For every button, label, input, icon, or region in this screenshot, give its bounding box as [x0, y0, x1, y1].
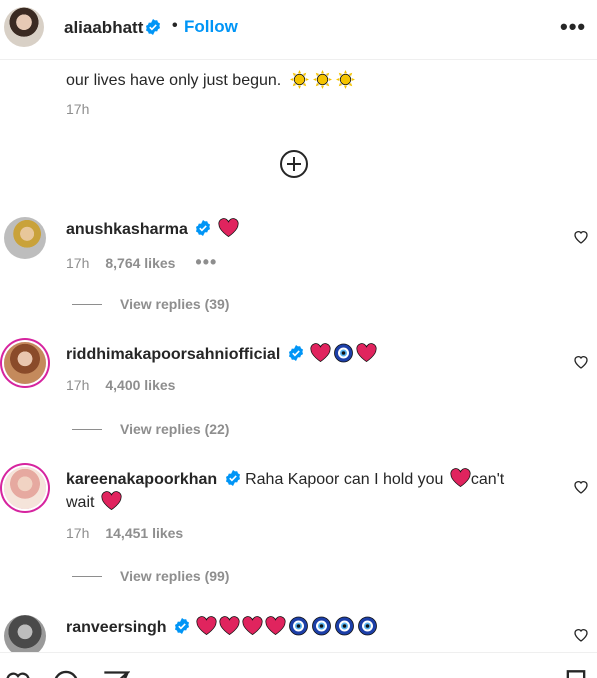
sun-emoji-icon: [312, 70, 332, 89]
avatar[interactable]: [4, 615, 46, 657]
avatar[interactable]: [4, 217, 46, 259]
comment-timestamp: 17h: [66, 525, 90, 541]
view-replies-button[interactable]: View replies (39): [72, 296, 229, 312]
like-heart-icon[interactable]: [573, 354, 589, 370]
comment-text: wait: [66, 494, 95, 511]
comment-text: can't: [470, 471, 505, 488]
caption: our lives have only just begun.: [66, 70, 355, 90]
post-action-bar: [0, 652, 597, 678]
follow-button[interactable]: Follow: [184, 17, 238, 37]
share-icon[interactable]: [102, 669, 130, 678]
comment-meta: 17h 4,400 likes: [66, 377, 175, 393]
like-post-icon[interactable]: [4, 669, 32, 678]
like-heart-icon[interactable]: [573, 479, 589, 495]
comment-timestamp: 17h: [66, 377, 90, 393]
view-replies-label: View replies (22): [120, 421, 230, 437]
comment-icon[interactable]: [52, 669, 80, 678]
comment-text: Raha Kapoor can I hold you: [245, 471, 444, 488]
red-heart-emoji-icon: [356, 343, 377, 363]
view-replies-label: View replies (99): [120, 568, 230, 584]
replies-divider: [72, 576, 102, 577]
comment-username[interactable]: ranveersingh: [66, 619, 166, 636]
verified-badge-icon: [174, 618, 189, 634]
nazar-amulet-emoji-icon: [334, 343, 354, 363]
like-count[interactable]: 8,764 likes: [105, 255, 175, 271]
sun-emoji-icon: [335, 70, 355, 89]
caption-text: our lives have only just begun.: [66, 72, 282, 89]
replies-divider: [72, 304, 102, 305]
comment-meta: 17h 14,451 likes: [66, 525, 183, 541]
avatar[interactable]: [4, 342, 46, 384]
post-header: aliaabhatt • Follow •••: [0, 0, 597, 60]
red-heart-emoji-icon: [219, 616, 240, 636]
verified-badge-icon: [288, 345, 303, 361]
comment-timestamp: 17h: [66, 255, 90, 271]
caption-timestamp: 17h: [66, 101, 90, 117]
comment-body: riddhimakapoorsahniofficial: [66, 343, 546, 366]
view-replies-label: View replies (39): [120, 296, 230, 312]
verified-badge-icon: [225, 470, 240, 486]
red-heart-emoji-icon: [265, 616, 286, 636]
comment-body: kareenakapoorkhan Raha Kapoor can I hold…: [66, 468, 546, 514]
verified-badge-icon: [196, 220, 211, 236]
like-count[interactable]: 14,451 likes: [105, 525, 183, 541]
comment-options-icon[interactable]: •••: [195, 252, 217, 272]
post-username[interactable]: aliaabhatt: [64, 18, 143, 38]
nazar-amulet-emoji-icon: [312, 616, 332, 636]
view-replies-button[interactable]: View replies (22): [72, 421, 229, 437]
red-heart-emoji-icon: [218, 218, 239, 238]
comment-body: ranveersingh: [66, 616, 546, 639]
nazar-amulet-emoji-icon: [358, 616, 378, 636]
like-heart-icon[interactable]: [573, 229, 589, 245]
sun-emoji-icon: [289, 70, 309, 89]
view-replies-button[interactable]: View replies (99): [72, 568, 229, 584]
avatar[interactable]: [4, 467, 46, 509]
comment-username[interactable]: kareenakapoorkhan: [66, 471, 217, 488]
comment-username[interactable]: anushkasharma: [66, 221, 188, 238]
like-count[interactable]: 4,400 likes: [105, 377, 175, 393]
verified-badge-icon: [146, 19, 160, 35]
comment-body: anushkasharma: [66, 218, 546, 241]
red-heart-emoji-icon: [450, 468, 471, 488]
save-bookmark-icon[interactable]: [562, 669, 590, 678]
red-heart-emoji-icon: [101, 491, 122, 511]
nazar-amulet-emoji-icon: [335, 616, 355, 636]
separator-dot: •: [172, 17, 178, 34]
red-heart-emoji-icon: [196, 616, 217, 636]
avatar[interactable]: [4, 7, 44, 47]
replies-divider: [72, 429, 102, 430]
nazar-amulet-emoji-icon: [289, 616, 309, 636]
comment-meta: 17h 8,764 likes •••: [66, 252, 217, 273]
red-heart-emoji-icon: [242, 616, 263, 636]
red-heart-emoji-icon: [310, 343, 331, 363]
more-options-icon[interactable]: •••: [560, 14, 586, 40]
like-heart-icon[interactable]: [573, 627, 589, 643]
comment-username[interactable]: riddhimakapoorsahniofficial: [66, 346, 280, 363]
load-more-comments-icon[interactable]: [279, 149, 309, 179]
